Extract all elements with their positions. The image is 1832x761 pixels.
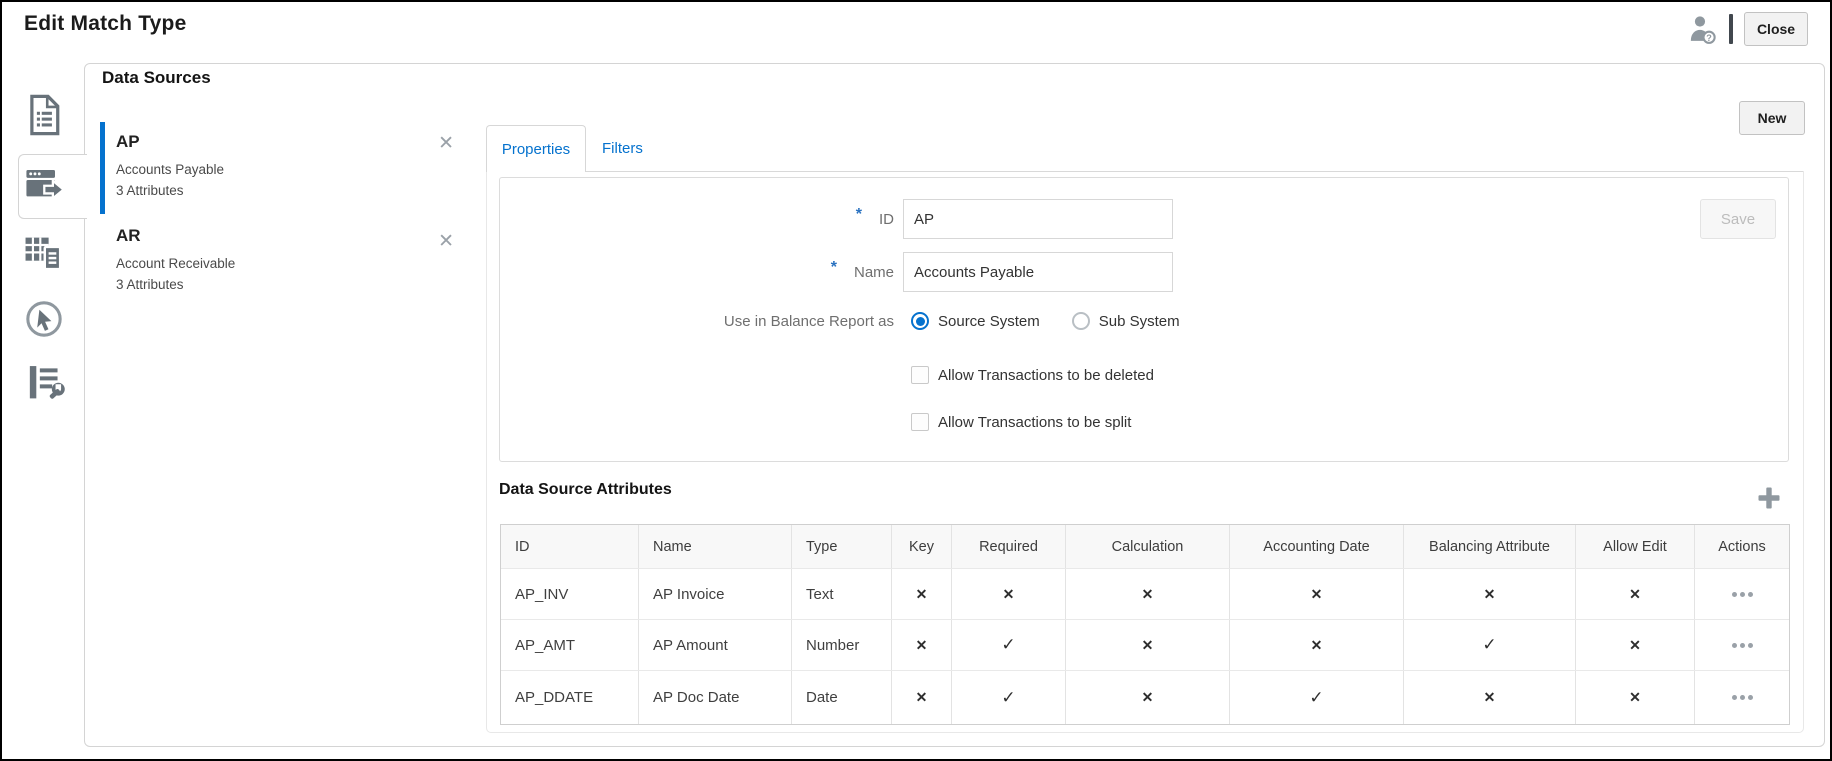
page-title: Edit Match Type [24, 12, 186, 36]
data-source-window-icon [25, 164, 65, 206]
checkbox-allow-split-label: Allow Transactions to be split [938, 414, 1131, 431]
required-marker: * [856, 206, 862, 224]
cell-balancing_attribute: ✓ [1404, 620, 1576, 670]
plus-icon[interactable] [1758, 487, 1780, 509]
cell-accounting_date: ✓ [1230, 671, 1404, 724]
column-header-accounting_date: Accounting Date [1230, 525, 1404, 568]
cell-name: AP Invoice [639, 569, 792, 619]
cell-balancing_attribute: ✕ [1404, 569, 1576, 619]
tab-bar-underline [586, 171, 1803, 172]
id-input[interactable]: AP [903, 199, 1173, 239]
section-heading-attributes: Data Source Attributes [499, 481, 672, 499]
balance-report-label: Use in Balance Report as [724, 313, 894, 330]
tab-properties[interactable]: Properties [486, 125, 586, 172]
radio-source-system-label: Source System [938, 313, 1040, 330]
required-marker: * [831, 259, 837, 277]
checkbox-allow-delete-label: Allow Transactions to be deleted [938, 367, 1154, 384]
attributes-table: IDNameTypeKeyRequiredCalculationAccounti… [500, 524, 1790, 725]
table-row: AP_INVAP InvoiceText✕✕✕✕✕✕ [501, 568, 1789, 619]
column-header-key: Key [892, 525, 952, 568]
properties-form: * ID AP Save * Name Accounts Payable Use… [499, 177, 1789, 462]
column-header-balancing_attribute: Balancing Attribute [1404, 525, 1576, 568]
svg-text:?: ? [1706, 33, 1712, 43]
data-source-item-ap[interactable]: AP Accounts Payable 3 Attributes ✕ [100, 122, 456, 214]
name-field-label: Name [854, 264, 894, 281]
cell-type: Text [792, 569, 892, 619]
cell-id: AP_INV [501, 569, 639, 619]
data-source-id: AR [116, 226, 141, 246]
cell-balancing_attribute: ✕ [1404, 671, 1576, 724]
table-row: AP_DDATEAP Doc DateDate✕✓✕✓✕✕ [501, 670, 1789, 724]
selected-indicator-bar [100, 122, 105, 214]
ellipsis-icon[interactable] [1732, 592, 1753, 597]
column-header-allow_edit: Allow Edit [1576, 525, 1695, 568]
new-data-source-button[interactable]: New [1739, 101, 1805, 135]
radio-sub-system[interactable] [1072, 312, 1090, 330]
data-source-item-ar[interactable]: AR Account Receivable 3 Attributes ✕ [100, 220, 456, 304]
close-button[interactable]: Close [1744, 12, 1808, 46]
id-field-label: ID [879, 211, 894, 228]
data-source-name: Account Receivable [116, 256, 235, 271]
cell-allow_edit: ✕ [1576, 671, 1695, 724]
grid-clipboard-icon[interactable] [24, 232, 64, 274]
attributes-table-header: IDNameTypeKeyRequiredCalculationAccounti… [501, 525, 1789, 568]
column-header-calculation: Calculation [1066, 525, 1230, 568]
cell-name: AP Doc Date [639, 671, 792, 724]
cell-required: ✕ [952, 569, 1066, 619]
column-header-name: Name [639, 525, 792, 568]
ellipsis-icon[interactable] [1732, 695, 1753, 700]
cell-id: AP_DDATE [501, 671, 639, 724]
cell-type: Number [792, 620, 892, 670]
cell-actions [1695, 620, 1789, 670]
edit-match-type-dialog: Edit Match Type ? Close [0, 0, 1832, 761]
user-help-icon[interactable]: ? [1686, 13, 1720, 47]
pointer-circle-icon[interactable] [24, 298, 64, 340]
table-row: AP_AMTAP AmountNumber✕✓✕✕✓✕ [501, 619, 1789, 670]
column-header-required: Required [952, 525, 1066, 568]
tab-filters[interactable]: Filters [602, 125, 643, 172]
cell-calculation: ✕ [1066, 671, 1230, 724]
cell-key: ✕ [892, 620, 952, 670]
cell-actions [1695, 569, 1789, 619]
cell-type: Date [792, 671, 892, 724]
remove-data-source-icon[interactable]: ✕ [438, 136, 454, 152]
remove-data-source-icon[interactable]: ✕ [438, 234, 454, 250]
cell-accounting_date: ✕ [1230, 620, 1404, 670]
cell-key: ✕ [892, 671, 952, 724]
radio-sub-system-label: Sub System [1099, 313, 1180, 330]
ellipsis-icon[interactable] [1732, 643, 1753, 648]
checkbox-allow-split[interactable] [911, 413, 929, 431]
section-heading-data-sources: Data Sources [102, 68, 211, 88]
cell-actions [1695, 671, 1789, 724]
data-source-attr-count: 3 Attributes [116, 183, 184, 198]
cell-calculation: ✕ [1066, 620, 1230, 670]
header-divider [1729, 14, 1733, 44]
column-header-type: Type [792, 525, 892, 568]
cell-allow_edit: ✕ [1576, 569, 1695, 619]
data-source-name: Accounts Payable [116, 162, 224, 177]
radio-source-system[interactable] [911, 312, 929, 330]
cell-id: AP_AMT [501, 620, 639, 670]
save-button[interactable]: Save [1700, 199, 1776, 239]
cell-accounting_date: ✕ [1230, 569, 1404, 619]
name-input[interactable]: Accounts Payable [903, 252, 1173, 292]
cell-required: ✓ [952, 671, 1066, 724]
data-source-attr-count: 3 Attributes [116, 277, 184, 292]
column-header-actions: Actions [1695, 525, 1789, 568]
cell-required: ✓ [952, 620, 1066, 670]
checkbox-allow-delete[interactable] [911, 366, 929, 384]
document-list-icon[interactable] [24, 94, 64, 136]
cell-name: AP Amount [639, 620, 792, 670]
data-source-id: AP [116, 132, 140, 152]
document-wrench-icon[interactable] [26, 362, 66, 404]
cell-calculation: ✕ [1066, 569, 1230, 619]
attributes-table-body: AP_INVAP InvoiceText✕✕✕✕✕✕AP_AMTAP Amoun… [501, 568, 1789, 724]
column-header-id: ID [501, 525, 639, 568]
cell-key: ✕ [892, 569, 952, 619]
cell-allow_edit: ✕ [1576, 620, 1695, 670]
